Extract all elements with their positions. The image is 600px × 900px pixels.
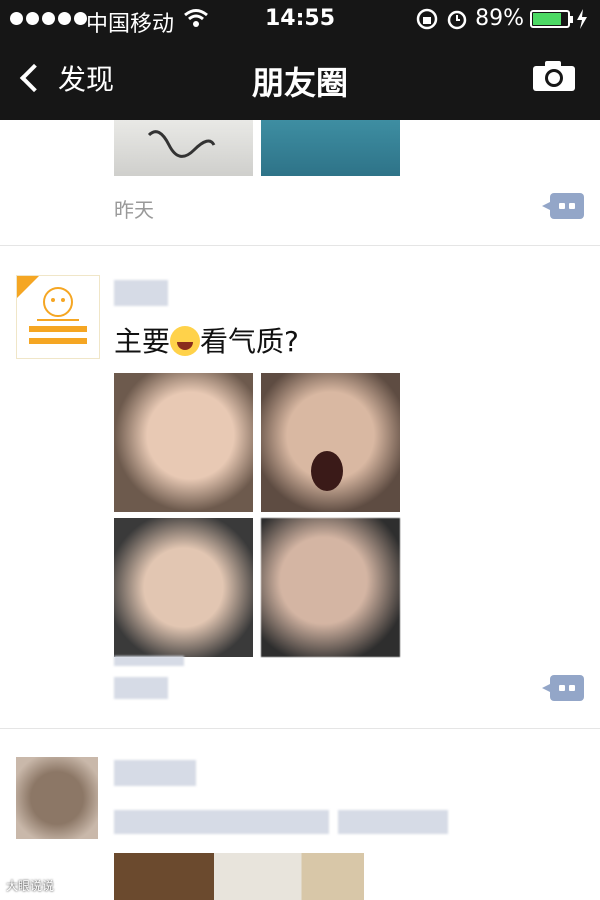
post-text xyxy=(338,810,448,834)
divider xyxy=(0,728,600,729)
post-photo[interactable] xyxy=(114,518,253,657)
post-time xyxy=(114,677,168,699)
alarm-icon xyxy=(447,10,467,29)
battery-percent: 89% xyxy=(475,6,524,31)
post-photo[interactable] xyxy=(261,120,400,176)
post-text-start: 主要 xyxy=(114,325,171,358)
rotation-lock-icon xyxy=(416,8,438,29)
battery-fill xyxy=(533,12,561,25)
status-bar: 中国移动 14:55 89% xyxy=(0,0,600,38)
charging-icon xyxy=(577,8,587,29)
post-photo[interactable] xyxy=(114,120,253,176)
post-text-end: 看气质? xyxy=(200,325,299,358)
post-location[interactable] xyxy=(114,656,184,666)
comment-button[interactable] xyxy=(542,675,584,701)
username[interactable] xyxy=(114,280,168,306)
comment-button[interactable] xyxy=(542,193,584,219)
watermark: 大眼说说 xyxy=(6,879,55,893)
username[interactable] xyxy=(114,760,196,786)
post-photo[interactable] xyxy=(261,373,400,512)
top-bar: 中国移动 14:55 89% 发现 朋友圈 xyxy=(0,0,600,120)
post-text xyxy=(114,810,329,834)
post-text: 主要 看气质? xyxy=(114,320,299,360)
post-time: 昨天 xyxy=(114,198,154,222)
avatar[interactable] xyxy=(16,275,100,359)
status-right: 89% xyxy=(415,6,588,31)
battery-icon xyxy=(530,9,573,28)
moments-feed[interactable]: 昨天 主要 看气质? 大眼说说 xyxy=(0,120,600,900)
camera-icon[interactable] xyxy=(532,60,576,92)
post-photo[interactable] xyxy=(114,853,364,900)
page-title: 朋友圈 xyxy=(251,64,348,102)
divider xyxy=(0,245,600,246)
post-photo[interactable] xyxy=(261,518,400,657)
post-photo[interactable] xyxy=(114,373,253,512)
laughing-emoji-icon xyxy=(170,326,201,356)
nav-bar: 发现 朋友圈 xyxy=(0,38,600,120)
avatar[interactable] xyxy=(16,757,98,839)
